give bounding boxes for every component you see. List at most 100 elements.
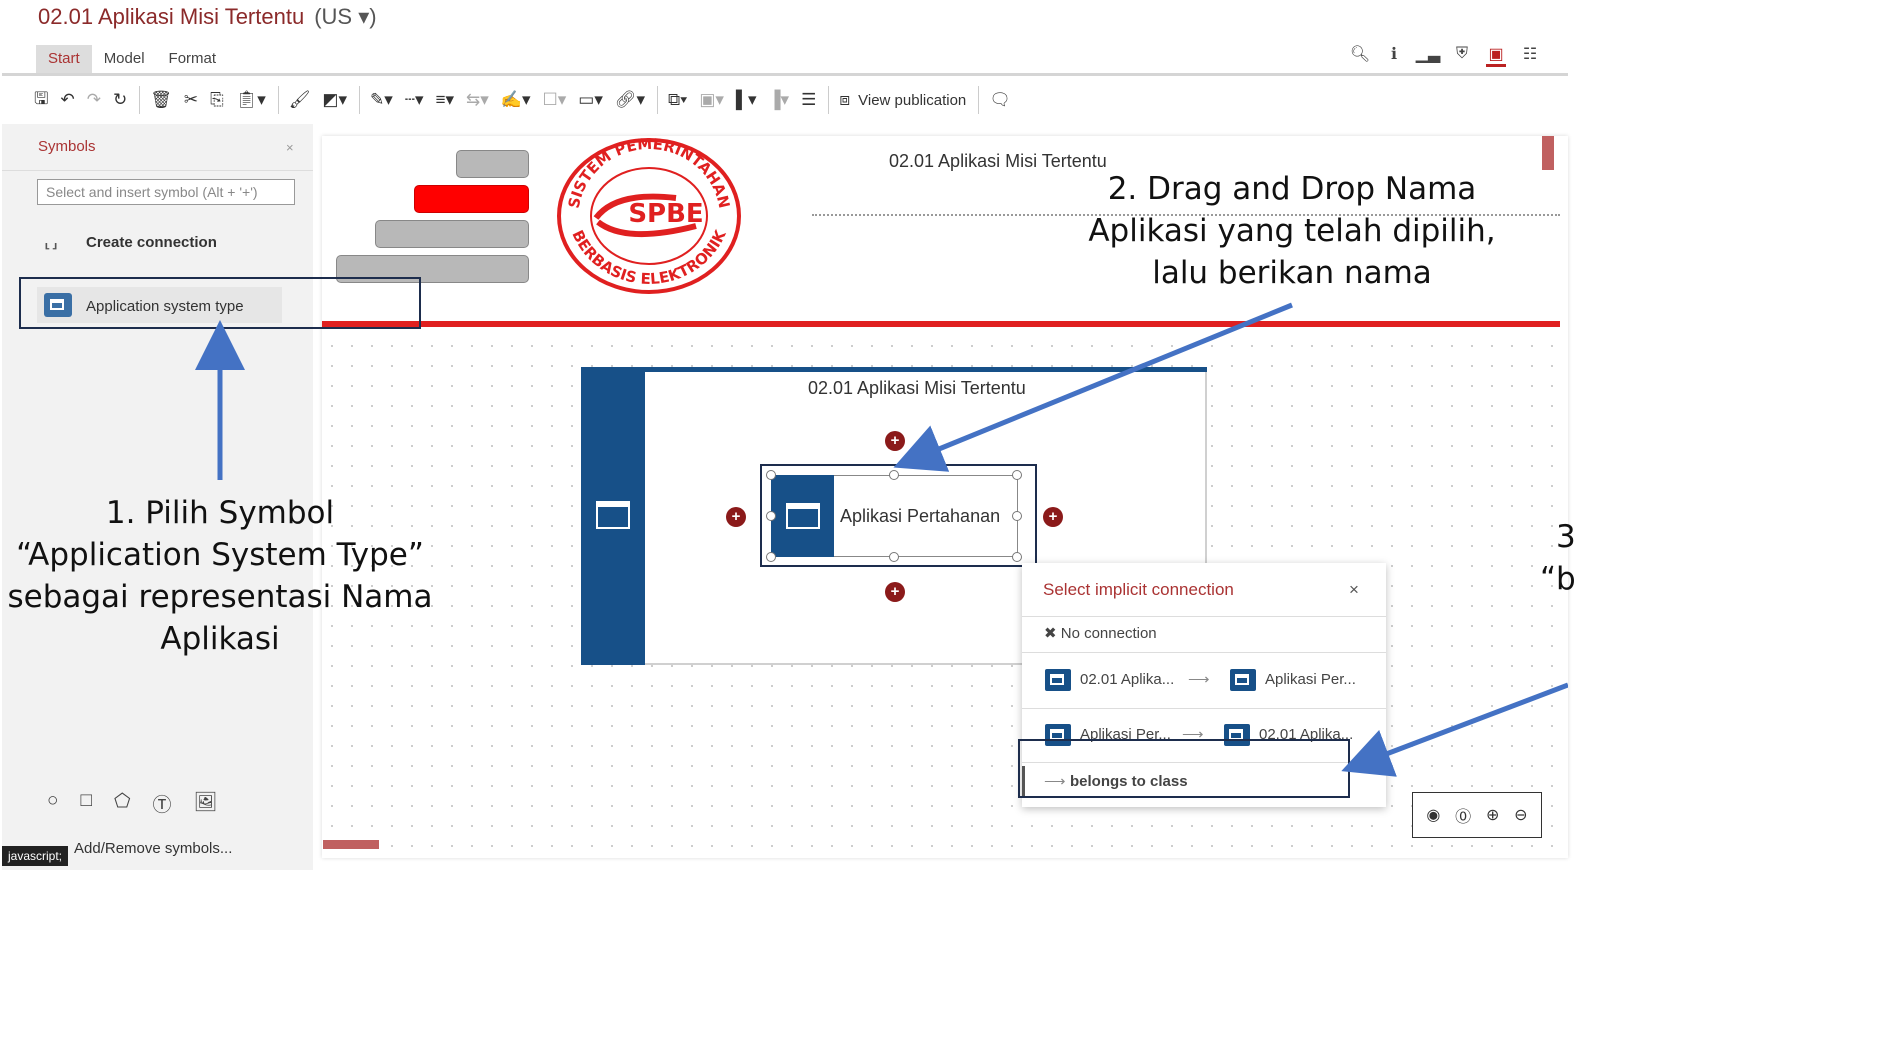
option-1-from[interactable]: 02.01 Aplika... [1080, 671, 1174, 688]
view-publication-label: View publication [858, 91, 967, 109]
vertical-scrollbar-thumb[interactable] [1542, 136, 1554, 170]
chart-icon[interactable]: ▁▃ [1416, 44, 1441, 64]
symbol-search-input[interactable]: Select and insert symbol (Alt + '+') [37, 179, 295, 205]
application-window-icon [596, 501, 630, 529]
header-pill [456, 150, 529, 178]
belongs-highlight-box [1018, 739, 1350, 798]
image-icon[interactable]: 🖼︎ [194, 790, 218, 817]
header-red-rule [322, 321, 1560, 327]
paste-icon[interactable]: 📋︎▾ [236, 90, 266, 110]
spbe-logo: SISTEM PEMERINTAHAN BERBASIS ELEKTRONIK … [557, 136, 741, 294]
zoom-out-icon[interactable]: ⊖ [1514, 805, 1527, 825]
toolbar-separator [657, 86, 659, 114]
eye-icon[interactable]: ◉ [1426, 805, 1440, 825]
pentagon-icon[interactable]: ⬠ [114, 790, 131, 817]
step1-line: Aplikasi [160, 621, 280, 657]
close-icon: ✖ [1044, 625, 1057, 642]
view-publication-button[interactable]: ⧈ View publication [839, 90, 966, 110]
toolbar-separator [828, 86, 830, 114]
search-icon[interactable]: 🔍︎ [1350, 44, 1370, 64]
edit-icon[interactable]: ✍▾ [501, 90, 531, 110]
shape-icon[interactable]: ☐▾ [543, 90, 567, 110]
delete-icon[interactable]: 🗑︎ [150, 90, 172, 110]
text-box-icon[interactable]: Ⓣ [152, 790, 171, 817]
symbol-highlight-box [19, 277, 421, 329]
line-color-icon[interactable]: ✎▾ [370, 90, 393, 110]
cut-icon[interactable]: ✂ [184, 90, 198, 110]
symbols-panel-icon[interactable]: ▣ [1486, 44, 1506, 67]
shield-icon[interactable]: ⛨ [1452, 44, 1472, 64]
line-style-icon[interactable]: ┄▾ [405, 90, 424, 110]
square-icon[interactable]: □ [80, 790, 91, 817]
panel-toggles: 🔍︎ ℹ ▁▃ ⛨ ▣ ☷ [1350, 44, 1540, 67]
tab-format[interactable]: Format [157, 45, 229, 73]
align-icon[interactable]: ▌▾ [736, 90, 757, 110]
header-pill-red [414, 185, 529, 213]
redo-icon[interactable]: ↷ [87, 90, 101, 110]
connection-icon[interactable]: ⸤⸥ [44, 231, 58, 252]
ribbon-tabs: Start Model Format [36, 45, 228, 73]
circle-icon[interactable]: ○ [47, 790, 58, 817]
tab-divider [2, 73, 1568, 76]
fill-color-icon[interactable]: ◩▾ [322, 90, 347, 110]
copy-icon[interactable]: ⎘ [210, 90, 224, 110]
popup-divider [1022, 652, 1386, 653]
tab-model[interactable]: Model [92, 45, 157, 73]
step2-annotation: 2. Drag and Drop Nama Aplikasi yang tela… [1062, 168, 1522, 294]
properties-icon[interactable]: ℹ [1384, 44, 1404, 64]
application-window-icon [1045, 669, 1071, 691]
option-1-to[interactable]: Aplikasi Per... [1265, 671, 1356, 688]
horizontal-scrollbar-thumb[interactable] [323, 840, 379, 849]
step1-line: 1. Pilih Symbol [105, 495, 335, 531]
sidebar-divider [2, 170, 313, 171]
header-pill [375, 220, 529, 248]
add-remove-symbols-link[interactable]: Add/Remove symbols... [74, 840, 232, 857]
page-icon[interactable]: ☰ [801, 90, 816, 110]
language-selector[interactable]: (US ▾) [314, 4, 376, 29]
zoom-100-icon[interactable]: ⓪ [1455, 803, 1471, 827]
refresh-icon[interactable]: ↻ [113, 90, 127, 110]
add-bottom-button[interactable]: + [885, 582, 905, 602]
popup-divider [1022, 708, 1386, 709]
status-bar-text: javascript; [2, 846, 69, 866]
step3-line: “b [1540, 561, 1576, 597]
embed-icon[interactable]: ▭▾ [578, 90, 603, 110]
popup-title: Select implicit connection [1043, 580, 1234, 599]
basic-shapes-row: ○ □ ⬠ Ⓣ 🖼︎ [47, 790, 218, 817]
group-icon[interactable]: ▣▾ [699, 90, 724, 110]
line-ends-icon[interactable]: ⇆▾ [466, 90, 489, 110]
no-connection-option[interactable]: ✖ No connection [1044, 624, 1157, 642]
add-comment-icon[interactable]: 🗨︎ [989, 90, 1011, 110]
popup-close-button[interactable]: × [1349, 580, 1359, 600]
toolbar-separator [978, 86, 980, 114]
link-icon[interactable]: 🔗︎▾ [615, 90, 645, 110]
symbols-panel-title: Symbols [38, 138, 96, 155]
arrow-right-icon: ⟶ [1188, 671, 1210, 688]
popup-divider [1022, 616, 1386, 617]
line-weight-icon[interactable]: ≡▾ [436, 90, 454, 110]
comments-icon[interactable]: ☷ [1520, 44, 1540, 64]
zoom-in-icon[interactable]: ⊕ [1486, 805, 1499, 825]
undo-icon[interactable]: ↶ [60, 90, 74, 110]
step2-line: 2. Drag and Drop Nama [1107, 171, 1477, 207]
step3-line: 3 [1556, 519, 1576, 555]
publication-icon: ⧈ [839, 90, 851, 109]
save-icon[interactable]: 🖫︎ [34, 86, 48, 115]
create-connection-button[interactable]: Create connection [86, 234, 217, 251]
add-right-button[interactable]: + [1043, 507, 1063, 527]
format-painter-icon[interactable]: 🖌︎ [289, 90, 311, 110]
application-window-icon [1230, 669, 1256, 691]
tab-start[interactable]: Start [36, 45, 92, 73]
toolbar-separator [359, 86, 361, 114]
symbols-panel-close-button[interactable]: × [286, 140, 294, 155]
toolbar: 🖫︎ ↶ ↷ ↻ 🗑︎ ✂ ⎘ 📋︎▾ 🖌︎ ◩▾ ✎▾ ┄▾ ≡▾ ⇆▾ ✍▾… [0, 80, 1568, 120]
lane-top-border [581, 367, 1207, 372]
document-title: 02.01 Aplikasi Misi Tertentu (US ▾) [38, 4, 377, 30]
step1-annotation: 1. Pilih Symbol “Application System Type… [0, 492, 440, 660]
distribute-icon[interactable]: ▐▾ [769, 90, 790, 110]
add-left-button[interactable]: + [726, 507, 746, 527]
step1-line: sebagai representasi Nama [7, 579, 433, 615]
add-top-button[interactable]: + [885, 431, 905, 451]
arrange-icon[interactable]: ⧉▾ [668, 90, 687, 110]
step2-line: lalu berikan nama [1152, 255, 1432, 291]
